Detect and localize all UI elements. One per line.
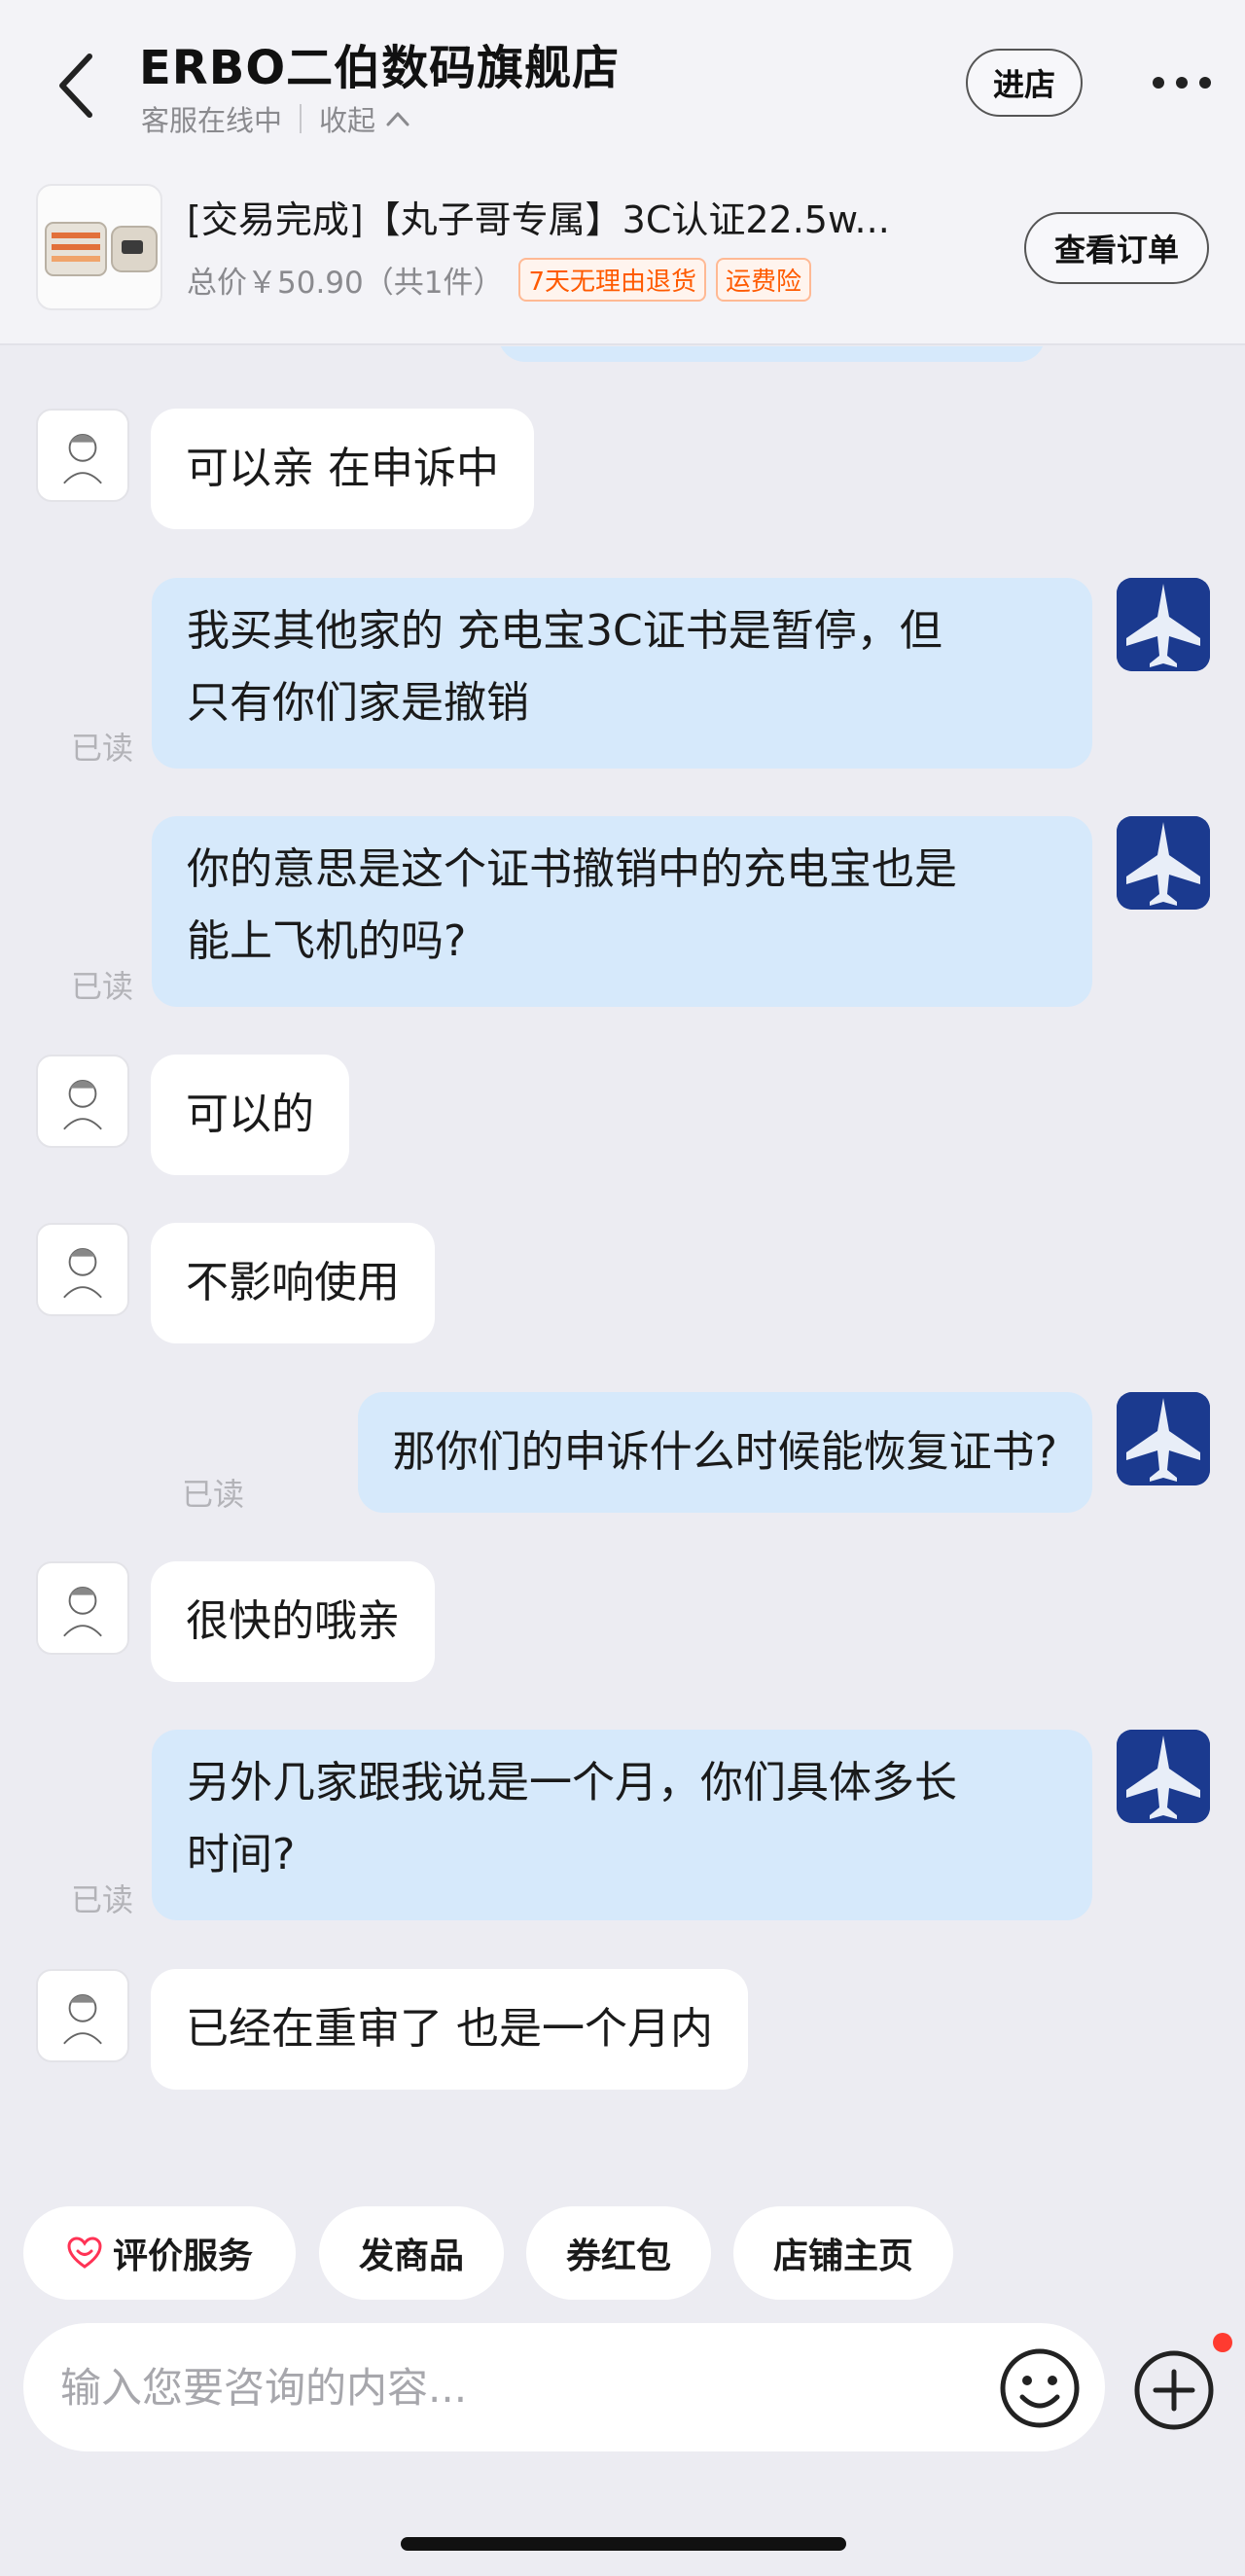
- message-seller: 已经在重审了 也是一个月内: [0, 1969, 1245, 2092]
- seller-avatar[interactable]: [36, 409, 129, 502]
- message-line: 只有你们家是撤销: [187, 678, 529, 728]
- chip-label: 评价服务: [112, 2236, 253, 2276]
- plus-icon[interactable]: [1132, 2348, 1216, 2432]
- input-row: [0, 2323, 1245, 2454]
- message-text: 已经在重审了 也是一个月内: [151, 1969, 748, 2090]
- message-seller: 不影响使用: [0, 1223, 1245, 1345]
- collapse-label: 收起: [319, 104, 376, 137]
- chip-label: 券红包: [565, 2236, 671, 2276]
- read-receipt: 已读: [71, 730, 134, 767]
- message-text-block: 我买其他家的 充电宝3C证书是暂停，但 只有你们家是撤销: [152, 578, 1092, 769]
- chip-label: 发商品: [358, 2236, 464, 2276]
- message-text-block: 你的意思是这个证书撤销中的充电宝也是 能上飞机的吗?: [152, 816, 1092, 1007]
- service-status: 客服在线中: [141, 104, 283, 137]
- partial-message-bubble: [498, 346, 1046, 362]
- message-me: 已读 我买其他家的 充电宝3C证书是暂停，但 只有你们家是撤销: [0, 578, 1245, 772]
- chat-messages[interactable]: 可以亲 在申诉中 已读 我买其他家的 充电宝3C证书是暂停，但 只有你们家是撤销…: [0, 346, 1245, 2195]
- heart-rating-icon: [67, 2236, 102, 2269]
- seller-avatar[interactable]: [36, 1969, 129, 2062]
- return-policy-tag: 7天无理由退货: [518, 257, 707, 302]
- seller-avatar[interactable]: [36, 1561, 129, 1655]
- user-avatar[interactable]: [1117, 1730, 1210, 1823]
- message-text: 不影响使用: [151, 1223, 435, 1343]
- message-text: 那你们的申诉什么时候能恢复证书?: [357, 1392, 1092, 1513]
- divider: [300, 104, 302, 133]
- message-line: 你的意思是这个证书撤销中的充电宝也是: [187, 844, 957, 894]
- order-meta: 总价￥50.90（共1件） 7天无理由退货 运费险: [187, 256, 812, 303]
- send-product-button[interactable]: 发商品: [319, 2206, 504, 2300]
- emoji-icon[interactable]: [998, 2346, 1082, 2430]
- notification-dot: [1213, 2333, 1232, 2352]
- store-name[interactable]: ERBO二伯数码旗舰店: [139, 29, 620, 97]
- more-icon[interactable]: [1128, 60, 1235, 105]
- coupon-button[interactable]: 券红包: [526, 2206, 711, 2300]
- read-receipt: 已读: [71, 968, 134, 1005]
- message-me: 已读 另外几家跟我说是一个月，你们具体多长 时间?: [0, 1730, 1245, 1924]
- seller-avatar[interactable]: [36, 1055, 129, 1148]
- home-indicator: [401, 2537, 846, 2551]
- order-title: [交易完成]【丸子哥专属】3C认证22.5w...: [187, 198, 890, 241]
- message-seller: 可以的: [0, 1055, 1245, 1177]
- quick-actions-bar: 评价服务 发商品 券红包 店铺主页: [0, 2206, 1245, 2300]
- seller-avatar[interactable]: [36, 1223, 129, 1316]
- message-me: 已读 你的意思是这个证书撤销中的充电宝也是 能上飞机的吗?: [0, 816, 1245, 1011]
- chat-header: ERBO二伯数码旗舰店 客服在线中 收起 进店 [交易完成]【丸子哥专属】3C认…: [0, 0, 1245, 345]
- shipping-insurance-tag: 运费险: [716, 257, 812, 302]
- order-card[interactable]: [交易完成]【丸子哥专属】3C认证22.5w... 总价￥50.90（共1件） …: [0, 180, 1245, 326]
- order-total-price: 总价￥50.90（共1件）: [187, 265, 504, 301]
- user-avatar[interactable]: [1117, 1392, 1210, 1485]
- message-seller: 很快的哦亲: [0, 1561, 1245, 1684]
- message-line: 另外几家跟我说是一个月，你们具体多长: [187, 1758, 957, 1807]
- message-me: 已读 那你们的申诉什么时候能恢复证书?: [0, 1392, 1245, 1519]
- enter-store-button[interactable]: 进店: [966, 49, 1083, 117]
- product-thumbnail[interactable]: [36, 184, 162, 310]
- view-order-button[interactable]: 查看订单: [1024, 212, 1209, 284]
- collapse-button[interactable]: 收起: [319, 98, 410, 139]
- message-line: 时间?: [187, 1830, 296, 1879]
- message-text: 很快的哦亲: [151, 1561, 435, 1682]
- user-avatar[interactable]: [1117, 578, 1210, 671]
- message-text-block: 另外几家跟我说是一个月，你们具体多长 时间?: [152, 1730, 1092, 1920]
- store-status-row: 客服在线中 收起: [141, 99, 410, 138]
- chip-label: 店铺主页: [772, 2236, 913, 2276]
- back-arrow-icon[interactable]: [51, 47, 109, 125]
- message-line: 我买其他家的 充电宝3C证书是暂停，但: [187, 606, 943, 656]
- message-line: 能上飞机的吗?: [187, 916, 467, 966]
- message-input[interactable]: [23, 2323, 1105, 2451]
- chevron-up-icon: [386, 112, 409, 126]
- store-home-button[interactable]: 店铺主页: [733, 2206, 953, 2300]
- message-text: 可以亲 在申诉中: [151, 409, 534, 529]
- user-avatar[interactable]: [1117, 816, 1210, 910]
- rate-service-button[interactable]: 评价服务: [23, 2206, 296, 2300]
- read-receipt: 已读: [182, 1476, 245, 1513]
- read-receipt: 已读: [71, 1881, 134, 1918]
- message-text: 可以的: [151, 1055, 349, 1175]
- message-seller: 可以亲 在申诉中: [0, 409, 1245, 531]
